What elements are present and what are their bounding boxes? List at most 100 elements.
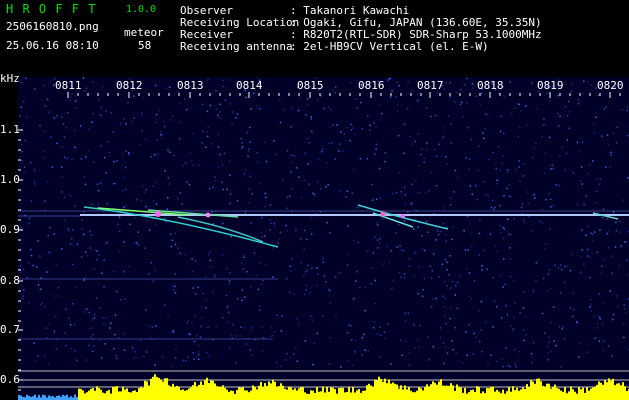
noise-speck (261, 236, 263, 238)
noise-speck (103, 156, 106, 159)
noise-speck (167, 316, 169, 318)
noise-speck (494, 206, 496, 209)
noise-speck (316, 267, 318, 269)
noise-speck (299, 97, 301, 99)
amplitude-bar (382, 381, 384, 400)
noise-speck (570, 90, 573, 92)
noise-speck (47, 362, 50, 365)
noise-speck (493, 300, 495, 302)
noise-speck (231, 123, 233, 125)
amplitude-bar (550, 388, 552, 400)
amplitude-bar (212, 380, 214, 400)
noise-speck (124, 188, 127, 191)
amplitude-bar (444, 385, 446, 400)
amplitude-bar (18, 395, 20, 400)
noise-speck (145, 188, 148, 191)
noise-speck (473, 280, 476, 282)
noise-speck (452, 280, 454, 283)
noise-speck (449, 287, 452, 289)
noise-speck (303, 275, 305, 277)
noise-speck (590, 232, 592, 234)
noise-speck (418, 265, 420, 268)
noise-speck (496, 179, 498, 181)
amplitude-bar (108, 389, 110, 400)
noise-speck (235, 362, 237, 364)
x-tick-label: 0816 (358, 79, 385, 92)
noise-speck (145, 351, 148, 353)
noise-speck (435, 227, 437, 230)
noise-speck (502, 286, 504, 288)
amplitude-bar (368, 383, 370, 400)
noise-speck (519, 180, 521, 182)
noise-speck (535, 280, 537, 282)
amplitude-bar (78, 388, 80, 400)
noise-speck (269, 229, 271, 231)
noise-speck (158, 109, 160, 111)
noise-speck (322, 148, 324, 150)
noise-speck (432, 345, 434, 348)
noise-speck (559, 115, 561, 118)
noise-speck (257, 161, 259, 163)
noise-speck (148, 325, 151, 327)
noise-speck (172, 331, 175, 333)
noise-speck (245, 96, 247, 99)
amplitude-bar (594, 386, 596, 400)
amplitude-bar (26, 394, 28, 400)
noise-speck (452, 226, 454, 228)
noise-speck (187, 320, 189, 322)
noise-speck (61, 166, 63, 168)
noise-speck (550, 321, 552, 324)
noise-speck (466, 354, 469, 356)
noise-speck (212, 186, 214, 188)
amplitude-bar (336, 393, 338, 400)
noise-speck (172, 330, 174, 332)
noise-speck (359, 286, 361, 289)
x-tick-label: 0817 (417, 79, 444, 92)
noise-speck (310, 216, 313, 219)
noise-speck (116, 290, 118, 293)
noise-speck (55, 295, 57, 297)
noise-speck (280, 330, 283, 332)
noise-speck (95, 259, 98, 261)
amplitude-bar (294, 388, 296, 400)
noise-speck (122, 189, 124, 192)
amplitude-bar (138, 388, 140, 400)
noise-speck (340, 131, 342, 133)
noise-speck (583, 80, 585, 82)
amplitude-bar (614, 385, 616, 400)
amplitude-bar (118, 391, 120, 400)
amplitude-bar (450, 383, 452, 400)
noise-speck (546, 92, 548, 94)
noise-speck (154, 181, 156, 183)
amplitude-bar (296, 390, 298, 400)
noise-speck (275, 153, 277, 155)
noise-speck (576, 322, 578, 324)
noise-speck (221, 181, 223, 184)
noise-speck (426, 336, 429, 339)
noise-speck (569, 307, 572, 309)
noise-speck (306, 269, 309, 272)
amplitude-bar (390, 383, 392, 400)
noise-speck (523, 291, 526, 293)
noise-speck (359, 158, 362, 160)
noise-speck (327, 184, 329, 186)
noise-speck (434, 149, 436, 151)
amplitude-bar (560, 390, 562, 400)
amplitude-bar (316, 386, 318, 400)
noise-speck (576, 141, 579, 144)
noise-speck (208, 355, 211, 357)
noise-speck (243, 173, 246, 175)
noise-speck (143, 97, 145, 99)
noise-speck (587, 225, 589, 228)
noise-speck (426, 142, 428, 144)
noise-speck (217, 146, 220, 148)
noise-speck (549, 100, 551, 102)
amplitude-bar (592, 387, 594, 400)
noise-speck (456, 307, 458, 310)
noise-speck (71, 158, 73, 160)
noise-speck (364, 286, 367, 289)
noise-speck (404, 312, 406, 314)
amplitude-bar (472, 389, 474, 400)
noise-speck (514, 302, 516, 304)
noise-speck (30, 248, 32, 251)
